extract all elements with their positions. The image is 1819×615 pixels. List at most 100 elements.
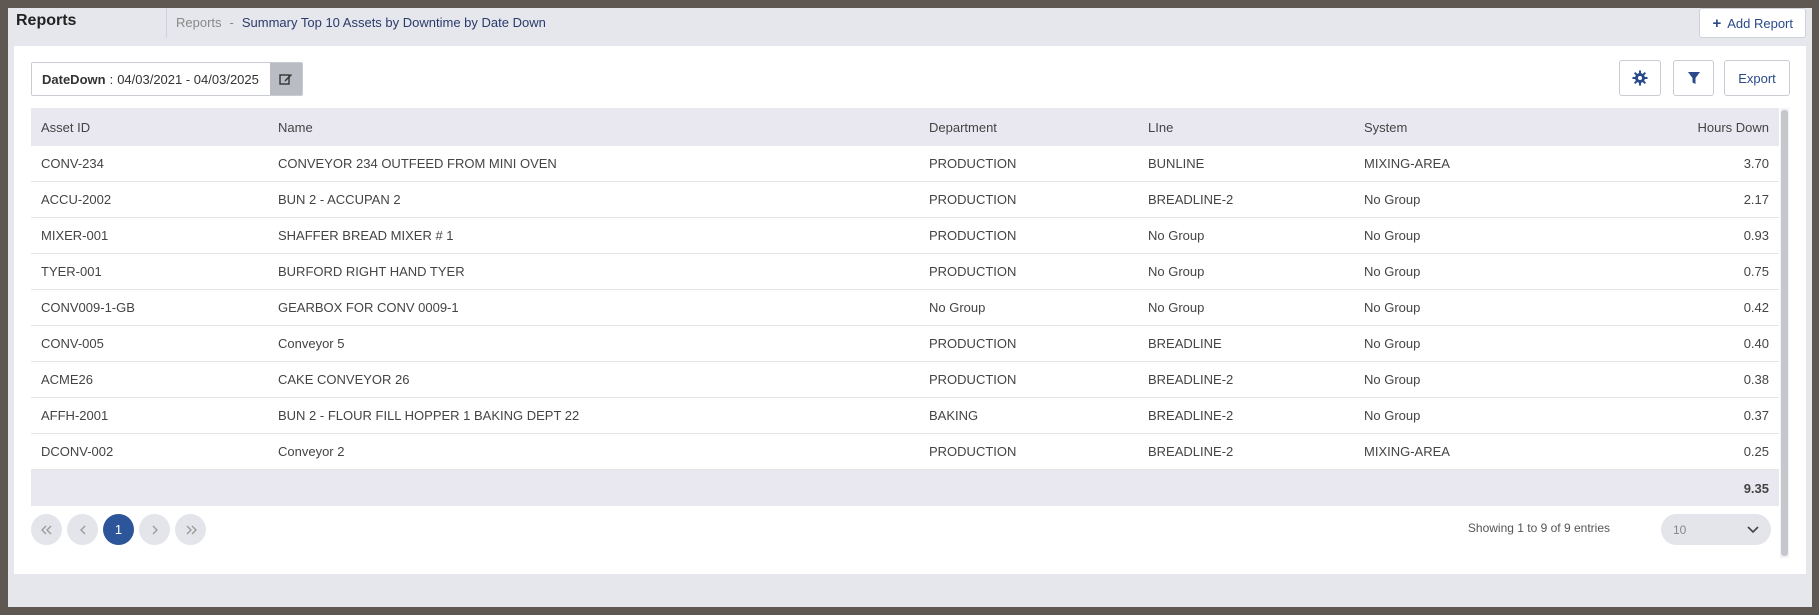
table-row[interactable]: CONV-005 Conveyor 5 PRODUCTION BREADLINE… [31, 325, 1779, 362]
cell-asset-id: ACME26 [31, 361, 268, 398]
cell-line: BREADLINE [1138, 325, 1354, 362]
table-row[interactable]: TYER-001 BURFORD RIGHT HAND TYER PRODUCT… [31, 253, 1779, 290]
page-title: Reports [16, 12, 77, 29]
app-frame: Reports Reports - Summary Top 10 Assets by… [8, 8, 1812, 607]
breadcrumb: Reports - Summary Top 10 Assets by Downtim… [176, 15, 546, 30]
table-header-row: Asset ID Name Department LIne System Hou… [31, 108, 1779, 146]
cell-asset-id: ACCU-2002 [31, 181, 268, 218]
entries-summary: Showing 1 to 9 of 9 entries [1467, 521, 1610, 535]
column-header-system[interactable]: System [1354, 108, 1574, 146]
cell-system: MIXING-AREA [1354, 433, 1574, 470]
edit-icon [279, 74, 292, 85]
cell-system: No Group [1354, 217, 1574, 254]
cell-system: No Group [1354, 253, 1574, 290]
report-table-container: Asset ID Name Department LIne System Hou… [31, 108, 1789, 558]
pagination: 1 [31, 514, 206, 545]
cell-department: PRODUCTION [919, 217, 1138, 254]
column-header-department[interactable]: Department [919, 108, 1138, 146]
total-row: 9.35 [31, 469, 1779, 506]
cell-name: Conveyor 2 [268, 433, 919, 470]
scrollbar-thumb[interactable] [1781, 110, 1788, 556]
cell-asset-id: AFFH-2001 [31, 397, 268, 434]
date-filter-value: 04/03/2021 - 04/03/2025 [117, 71, 259, 87]
cell-department: PRODUCTION [919, 433, 1138, 470]
cell-hours-down: 0.40 [1574, 325, 1779, 362]
cell-hours-down: 0.25 [1574, 433, 1779, 470]
top-bar: Reports Reports - Summary Top 10 Assets by… [8, 8, 1812, 46]
cell-hours-down: 2.17 [1574, 181, 1779, 218]
first-page-button[interactable] [31, 514, 62, 545]
cell-system: No Group [1354, 181, 1574, 218]
date-down-filter[interactable]: DateDown : 04/03/2021 - 04/03/2025 [31, 62, 303, 96]
cell-name: CONVEYOR 234 OUTFEED FROM MINI OVEN [268, 146, 919, 182]
chevron-down-icon [1747, 525, 1759, 533]
cell-hours-down: 0.38 [1574, 361, 1779, 398]
table-row[interactable]: ACME26 CAKE CONVEYOR 26 PRODUCTION BREAD… [31, 361, 1779, 398]
cell-line: BREADLINE-2 [1138, 181, 1354, 218]
report-table: Asset ID Name Department LIne System Hou… [31, 108, 1779, 506]
cell-line: No Group [1138, 253, 1354, 290]
cell-system: No Group [1354, 289, 1574, 326]
cell-asset-id: CONV-005 [31, 325, 268, 362]
cell-hours-down: 0.37 [1574, 397, 1779, 434]
last-page-button[interactable] [175, 514, 206, 545]
table-scrollbar[interactable] [1780, 108, 1789, 558]
cell-name: BUN 2 - FLOUR FILL HOPPER 1 BAKING DEPT … [268, 397, 919, 434]
table-row[interactable]: MIXER-001 SHAFFER BREAD MIXER # 1 PRODUC… [31, 217, 1779, 254]
funnel-icon [1687, 72, 1700, 84]
date-filter-label: DateDown [42, 71, 106, 87]
table-row[interactable]: AFFH-2001 BUN 2 - FLOUR FILL HOPPER 1 BA… [31, 397, 1779, 434]
cell-hours-down: 0.75 [1574, 253, 1779, 290]
cell-asset-id: TYER-001 [31, 253, 268, 290]
chevron-left-icon [79, 525, 85, 534]
cell-asset-id: DCONV-002 [31, 433, 268, 470]
cell-line: BREADLINE-2 [1138, 361, 1354, 398]
breadcrumb-root[interactable]: Reports [176, 15, 222, 30]
cell-line: No Group [1138, 217, 1354, 254]
breadcrumb-current: Summary Top 10 Assets by Downtime by Dat… [241, 15, 546, 30]
total-hours-down: 9.35 [1574, 469, 1779, 506]
chevron-right-icon [152, 525, 158, 534]
date-filter-text: DateDown : 04/03/2021 - 04/03/2025 [32, 63, 270, 95]
page-button-current[interactable]: 1 [103, 514, 134, 545]
cell-department: PRODUCTION [919, 146, 1138, 182]
add-report-label: Add Report [1727, 15, 1793, 31]
edit-date-button[interactable] [270, 63, 302, 95]
gear-icon [1632, 70, 1648, 86]
settings-button[interactable] [1619, 60, 1661, 96]
page-size-select[interactable]: 10 [1661, 514, 1771, 545]
cell-asset-id: CONV-234 [31, 146, 268, 182]
add-report-button[interactable]: + Add Report [1699, 8, 1806, 38]
cell-asset-id: MIXER-001 [31, 217, 268, 254]
column-header-line[interactable]: LIne [1138, 108, 1354, 146]
table-row[interactable]: CONV009-1-GB GEARBOX FOR CONV 0009-1 No … [31, 289, 1779, 326]
column-header-asset-id[interactable]: Asset ID [31, 108, 268, 146]
column-header-hours-down[interactable]: Hours Down [1574, 108, 1779, 146]
cell-hours-down: 0.42 [1574, 289, 1779, 326]
cell-name: SHAFFER BREAD MIXER # 1 [268, 217, 919, 254]
cell-line: BREADLINE-2 [1138, 433, 1354, 470]
table-row[interactable]: DCONV-002 Conveyor 2 PRODUCTION BREADLIN… [31, 433, 1779, 470]
double-chevron-right-icon [186, 525, 197, 534]
cell-system: No Group [1354, 361, 1574, 398]
table-row[interactable]: CONV-234 CONVEYOR 234 OUTFEED FROM MINI … [31, 146, 1779, 182]
cell-system: MIXING-AREA [1354, 146, 1574, 182]
cell-line: No Group [1138, 289, 1354, 326]
cell-name: BURFORD RIGHT HAND TYER [268, 253, 919, 290]
filter-button[interactable] [1673, 60, 1714, 96]
table-row[interactable]: ACCU-2002 BUN 2 - ACCUPAN 2 PRODUCTION B… [31, 181, 1779, 218]
cell-department: PRODUCTION [919, 325, 1138, 362]
plus-icon: + [1712, 14, 1722, 32]
cell-name: CAKE CONVEYOR 26 [268, 361, 919, 398]
cell-system: No Group [1354, 397, 1574, 434]
double-chevron-left-icon [40, 525, 51, 534]
cell-department: PRODUCTION [919, 181, 1138, 218]
export-button[interactable]: Export [1724, 60, 1790, 96]
cell-department: BAKING [919, 397, 1138, 434]
column-header-name[interactable]: Name [268, 108, 919, 146]
cell-name: GEARBOX FOR CONV 0009-1 [268, 289, 919, 326]
cell-hours-down: 3.70 [1574, 146, 1779, 182]
cell-line: BREADLINE-2 [1138, 397, 1354, 434]
previous-page-button[interactable] [67, 514, 98, 545]
next-page-button[interactable] [139, 514, 170, 545]
